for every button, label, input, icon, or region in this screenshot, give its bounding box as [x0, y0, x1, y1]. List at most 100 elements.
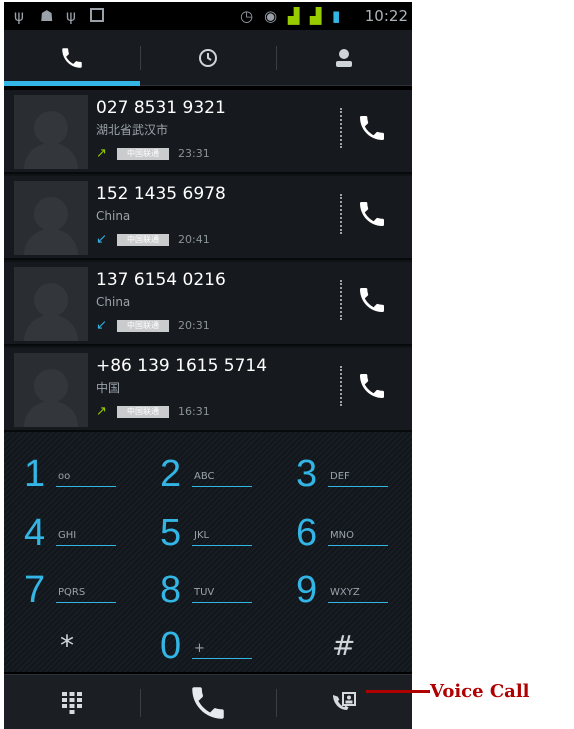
incoming-call-icon: ↙ [96, 232, 107, 247]
row-divider [340, 366, 342, 406]
dialpad-key-3[interactable]: 3 DEF [276, 446, 412, 500]
key-letters: GHI [58, 530, 77, 541]
call-log-list: 027 8531 9321 湖北省武汉市 ↗ 中国联通 23:31 152 14… [4, 90, 412, 432]
dialpad-key-5[interactable]: 5 JKL [140, 505, 276, 559]
call-icon[interactable] [356, 370, 388, 402]
tab-contacts[interactable] [276, 30, 412, 86]
call-time: 23:31 [178, 147, 210, 160]
alarm-icon: ◷ [240, 7, 254, 25]
dialpad-key-9[interactable]: 9 WXYZ [276, 562, 412, 616]
usb-icon: ψ [14, 7, 24, 25]
call-icon[interactable] [356, 112, 388, 144]
call-log-item[interactable]: +86 139 1615 5714 中国 ↗ 中国联通 16:31 [4, 348, 412, 432]
key-underline [192, 486, 252, 487]
key-digit: 7 [24, 569, 46, 611]
dialpad-key-4[interactable]: 4 GHI [4, 505, 140, 559]
carrier-badge: 中国联通 [117, 320, 169, 332]
call-number: 027 8531 9321 [96, 98, 226, 118]
call-icon[interactable] [356, 198, 388, 230]
key-digit: 6 [296, 512, 318, 554]
phone-icon [62, 48, 82, 68]
tab-phone[interactable] [4, 30, 140, 86]
key-underline [56, 486, 116, 487]
call-log-item[interactable]: 137 6154 0216 China ↙ 中国联通 20:31 [4, 262, 412, 346]
call-number: 152 1435 6978 [96, 184, 226, 204]
contact-avatar [14, 267, 88, 341]
call-number: 137 6154 0216 [96, 270, 226, 290]
dialpad-key-2[interactable]: 2 ABC [140, 446, 276, 500]
contact-avatar [14, 181, 88, 255]
key-digit: 3 [296, 453, 318, 495]
key-digit: 9 [296, 569, 318, 611]
dialpad-key-6[interactable]: 6 MNO [276, 505, 412, 559]
status-bar: ψ ☗ ψ ◷ ◉ ▟ ▟ ▮ 10:22 [4, 2, 412, 30]
contact-avatar [14, 353, 88, 427]
status-time: 10:22 [364, 7, 408, 25]
person-icon [336, 49, 352, 67]
tab-bar [4, 30, 412, 86]
tab-selected-indicator [4, 81, 140, 86]
call-log-item[interactable]: 152 1435 6978 China ↙ 中国联通 20:41 [4, 176, 412, 260]
dialpad-key-pound[interactable]: # [276, 618, 412, 672]
call-time: 20:31 [178, 319, 210, 332]
key-underline [192, 602, 252, 603]
key-underline [56, 602, 116, 603]
key-letters: TUV [194, 587, 215, 598]
carrier-badge: 中国联通 [117, 406, 169, 418]
voice-call-button[interactable] [276, 675, 412, 729]
carrier-badge: 中国联通 [117, 148, 169, 160]
call-icon[interactable] [356, 284, 388, 316]
key-letters: + [194, 641, 205, 656]
clock-icon [199, 49, 217, 67]
key-underline [328, 545, 388, 546]
carrier-badge: 中国联通 [117, 234, 169, 246]
contact-avatar [14, 95, 88, 169]
voice-call-annotation: Voice Call [430, 681, 530, 702]
key-letters: oo [58, 471, 71, 482]
dialpad-key-star[interactable]: * [4, 618, 140, 672]
call-number: +86 139 1615 5714 [96, 356, 268, 376]
key-underline [192, 658, 252, 659]
outgoing-call-icon: ↗ [96, 404, 107, 419]
tab-call-log[interactable] [140, 30, 276, 86]
key-letters: MNO [330, 530, 354, 541]
call-button[interactable] [140, 675, 276, 729]
outgoing-call-icon: ↗ [96, 146, 107, 161]
phone-screen: ψ ☗ ψ ◷ ◉ ▟ ▟ ▮ 10:22 027 8531 9321 湖北省武… [4, 2, 412, 729]
signal-icon: ▟ [310, 7, 322, 25]
row-divider [340, 194, 342, 234]
row-divider [340, 280, 342, 320]
dialpad-toggle-button[interactable] [4, 675, 140, 729]
voice-call-icon [333, 691, 356, 710]
row-divider [340, 108, 342, 148]
key-underline [328, 602, 388, 603]
key-underline [56, 545, 116, 546]
dialpad-grid-icon [62, 691, 82, 714]
dialpad-key-8[interactable]: 8 TUV [140, 562, 276, 616]
call-time: 20:41 [178, 233, 210, 246]
incoming-call-icon: ↙ [96, 318, 107, 333]
key-underline [192, 545, 252, 546]
key-letters: WXYZ [330, 587, 360, 598]
key-digit: 4 [24, 512, 46, 554]
sync-icon: ◉ [264, 7, 278, 25]
dialpad-key-1[interactable]: 1 oo [4, 446, 140, 500]
call-location: China [96, 209, 131, 223]
dialpad: 1 oo 2 ABC 3 DEF 4 GHI 5 JKL 6 MNO 7 PQR… [4, 432, 412, 672]
key-digit: * [60, 629, 74, 662]
key-digit: 0 [160, 625, 182, 667]
bottom-action-bar [4, 674, 412, 729]
key-letters: JKL [194, 530, 210, 541]
call-log-item[interactable]: 027 8531 9321 湖北省武汉市 ↗ 中国联通 23:31 [4, 90, 412, 174]
dialpad-key-7[interactable]: 7 PQRS [4, 562, 140, 616]
call-location: 中国 [96, 381, 121, 395]
call-location: China [96, 295, 131, 309]
key-digit: # [332, 629, 356, 662]
key-digit: 8 [160, 569, 182, 611]
debug-icon: ☗ [40, 7, 54, 25]
key-letters: ABC [194, 471, 215, 482]
dialpad-key-0[interactable]: 0 + [140, 618, 276, 672]
key-digit: 2 [160, 453, 182, 495]
key-letters: DEF [330, 471, 350, 482]
key-digit: 1 [24, 453, 46, 495]
